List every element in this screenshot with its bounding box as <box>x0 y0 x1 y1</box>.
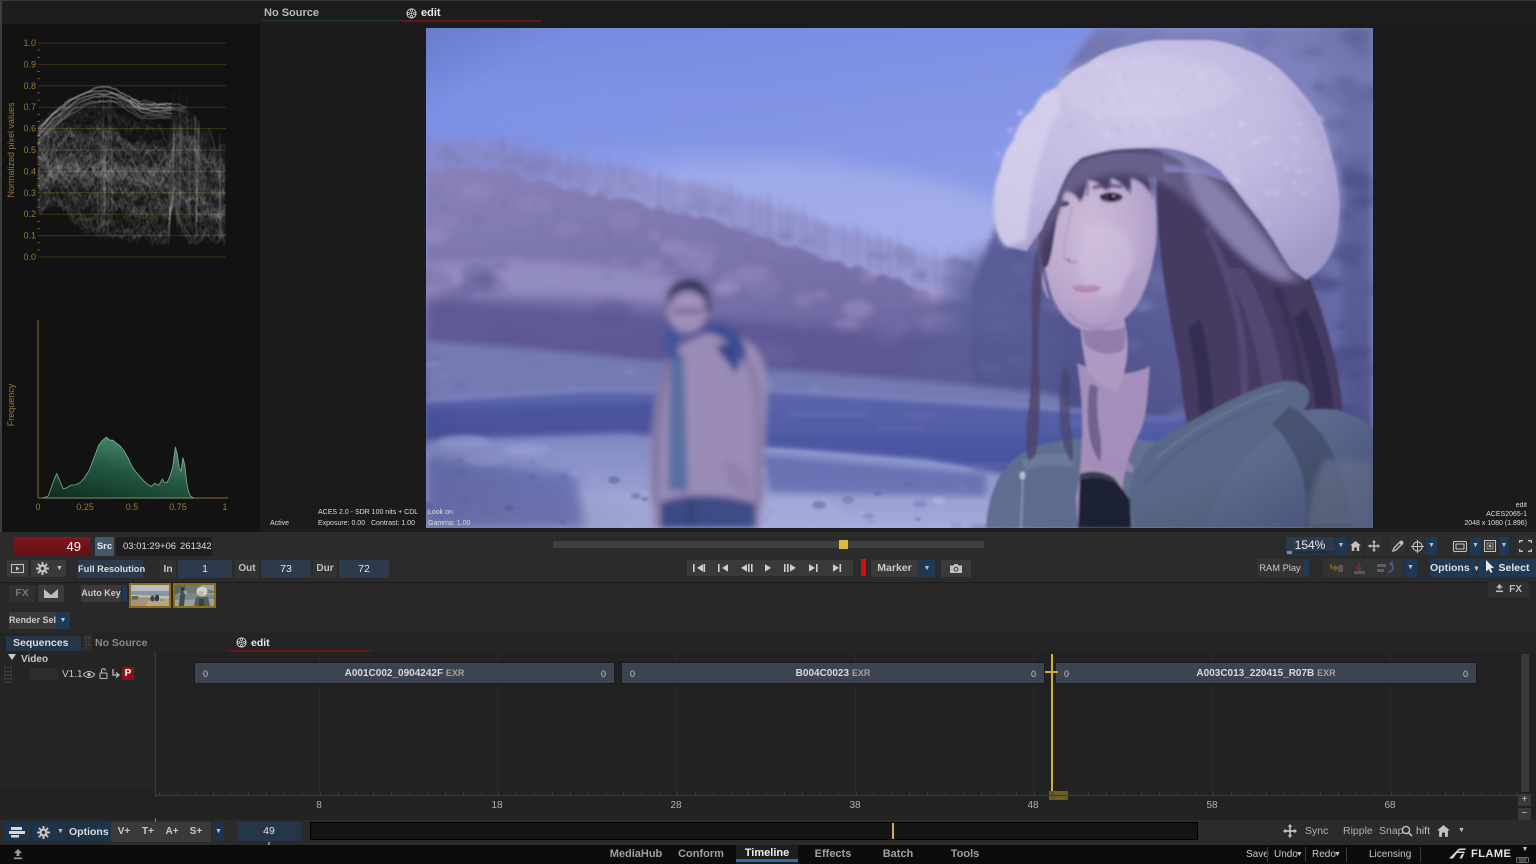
svg-text:1: 1 <box>222 502 227 512</box>
svg-text:0.5: 0.5 <box>126 502 139 512</box>
svg-text:0.5: 0.5 <box>23 145 36 155</box>
svg-text:0.2: 0.2 <box>23 209 36 219</box>
svg-text:0.25: 0.25 <box>76 502 94 512</box>
svg-text:0.1: 0.1 <box>23 231 36 241</box>
svg-text:Frequency: Frequency <box>6 383 16 426</box>
svg-text:0.0: 0.0 <box>23 252 36 262</box>
svg-text:0.75: 0.75 <box>169 502 187 512</box>
svg-text:0.8: 0.8 <box>23 81 36 91</box>
svg-text:0.9: 0.9 <box>23 59 36 69</box>
svg-text:0.6: 0.6 <box>23 124 36 134</box>
svg-text:0.4: 0.4 <box>23 166 36 176</box>
svg-text:1.0: 1.0 <box>23 38 36 48</box>
svg-text:0: 0 <box>35 502 40 512</box>
svg-text:0.7: 0.7 <box>23 102 36 112</box>
svg-text:0.3: 0.3 <box>23 188 36 198</box>
svg-text:Normalized pixel values: Normalized pixel values <box>6 102 16 198</box>
